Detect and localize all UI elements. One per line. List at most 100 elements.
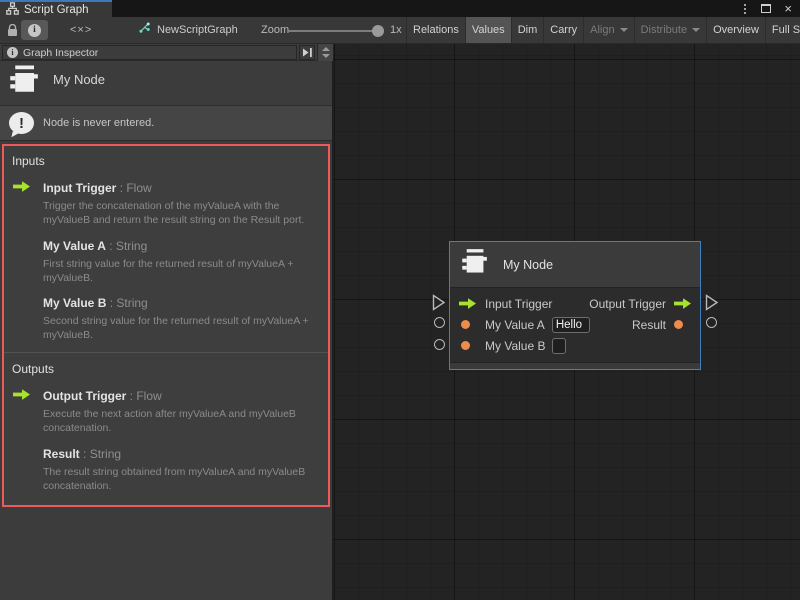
external-flow-connector[interactable] (432, 294, 446, 316)
value-a-port-icon[interactable] (459, 320, 476, 329)
port-title: My Value A : String (43, 239, 147, 253)
info-icon: i (7, 47, 18, 58)
zoom-label: Zoom (261, 17, 289, 43)
port-description: First string value for the returned resu… (43, 258, 320, 286)
port-entry-output-trigger: Output Trigger : Flow Execute the next a… (12, 387, 320, 436)
window-controls: × (742, 0, 792, 17)
port-title: My Value B : String (43, 296, 148, 310)
graph-hierarchy-icon (6, 2, 19, 18)
lock-icon[interactable] (7, 17, 18, 43)
warning-icon: ! (9, 112, 34, 134)
external-value-connector[interactable] (706, 317, 717, 328)
node-footer (450, 362, 700, 369)
more-menu-icon[interactable] (744, 8, 746, 10)
port-description: Execute the next action after myValueA a… (43, 408, 320, 436)
unit-node-icon (9, 64, 39, 102)
input-trigger-label: Input Trigger (485, 297, 552, 311)
port-entry-input-trigger: Input Trigger : Flow Trigger the concate… (12, 179, 320, 228)
port-entry-my-value-b: My Value B : String Second string value … (12, 294, 320, 343)
external-value-connector[interactable] (434, 317, 445, 328)
toolbar-button-overview[interactable]: Overview (707, 17, 766, 43)
inputs-section-header: Inputs (12, 154, 320, 168)
port-title: Output Trigger : Flow (43, 389, 162, 403)
toolbar-button-relations[interactable]: Relations (407, 17, 466, 43)
graph-inspector-panel: i Graph Inspector (0, 44, 333, 600)
output-trigger-port-icon[interactable] (674, 298, 691, 309)
value-b-label: My Value B (485, 339, 545, 353)
port-description: The result string obtained from myValueA… (43, 466, 320, 494)
value-a-label: My Value A (485, 318, 545, 332)
panel-spinner[interactable] (317, 44, 333, 61)
node-header[interactable]: My Node (450, 242, 700, 288)
value-b-input[interactable] (552, 338, 566, 354)
graph-breadcrumb[interactable]: NewScriptGraph (138, 17, 238, 43)
result-port-icon[interactable] (674, 320, 691, 329)
port-description: Trigger the concatenation of the myValue… (43, 200, 320, 228)
value-port-icon (12, 237, 32, 286)
toolbar-button-values[interactable]: Values (466, 17, 512, 43)
node-row-trigger: Input Trigger Output Trigger (450, 293, 700, 314)
node-title: My Node (503, 258, 553, 272)
my-node[interactable]: My Node Input Trigger Output Trigger (449, 241, 701, 370)
toolbar-button-carry[interactable]: Carry (544, 17, 584, 43)
external-value-connector[interactable] (434, 339, 445, 350)
toolbar-button-align[interactable]: Align (584, 17, 634, 43)
spinner-up-icon[interactable] (322, 47, 330, 51)
unit-node-icon (461, 248, 488, 282)
toolbar-button-dim[interactable]: Dim (512, 17, 545, 43)
code-preview-icon[interactable]: <×> (70, 17, 92, 43)
port-description: Second string value for the returned res… (43, 315, 320, 343)
node-body: Input Trigger Output Trigger My Value A (450, 288, 700, 362)
node-row-value-b: My Value B (450, 335, 700, 356)
port-title: Result : String (43, 447, 121, 461)
align-label: Align (590, 24, 614, 36)
flow-port-icon (12, 387, 32, 436)
port-entry-result: Result : String The result string obtain… (12, 445, 320, 494)
output-trigger-label: Output Trigger (589, 297, 666, 311)
toolbar-button-strip: Relations Values Dim Carry Align Distrib… (406, 17, 800, 43)
section-divider (4, 352, 328, 353)
value-a-input[interactable] (552, 317, 590, 333)
value-b-port-icon[interactable] (459, 341, 476, 350)
info-icon: i (28, 24, 41, 37)
inspector-toggle-button[interactable]: i (21, 20, 48, 40)
inspector-title: Graph Inspector (23, 47, 98, 59)
toolbar-button-fullscreen[interactable]: Full S (766, 17, 800, 43)
inspected-node-header: My Node (0, 61, 332, 106)
maximize-icon[interactable] (761, 4, 771, 13)
zoom-value: 1x (390, 17, 402, 43)
zoom-slider-handle[interactable] (372, 25, 384, 37)
zoom-slider-track[interactable] (288, 30, 384, 32)
inspector-header: i Graph Inspector (0, 44, 332, 61)
script-graph-asset-icon (138, 21, 151, 39)
tab-script-graph[interactable]: Script Graph (0, 0, 112, 17)
ports-documentation-box: Inputs Input Trigger : Flow Trigger the … (2, 144, 330, 507)
chevron-down-icon (620, 28, 628, 32)
external-flow-connector[interactable] (705, 294, 719, 316)
node-row-value-a: My Value A Result (450, 314, 700, 335)
window-tab-bar: Script Graph × (0, 0, 800, 17)
result-label: Result (632, 318, 666, 332)
close-icon[interactable]: × (784, 2, 792, 15)
inspector-title-box: i Graph Inspector (2, 45, 297, 60)
script-graph-window: Script Graph × i <×> (0, 0, 800, 600)
port-title: Input Trigger : Flow (43, 181, 152, 195)
graph-canvas[interactable]: My Node Input Trigger Output Trigger (333, 44, 800, 600)
graph-toolbar: i <×> NewScriptGraph Zoom 1x Relations V… (0, 17, 800, 44)
value-port-icon (12, 445, 32, 494)
warning-text: Node is never entered. (43, 117, 154, 129)
toolbar-button-distribute[interactable]: Distribute (635, 17, 707, 43)
flow-port-icon (12, 179, 32, 228)
value-port-icon (12, 294, 32, 343)
warning-banner: ! Node is never entered. (0, 106, 332, 141)
inspected-node-title: My Node (53, 72, 105, 87)
chevron-down-icon (692, 28, 700, 32)
collapse-panel-icon[interactable] (299, 45, 315, 60)
graph-name-label: NewScriptGraph (157, 24, 238, 36)
distribute-label: Distribute (641, 24, 687, 36)
tab-label: Script Graph (24, 4, 89, 16)
spinner-down-icon[interactable] (322, 54, 330, 58)
input-trigger-port-icon[interactable] (459, 298, 476, 309)
port-entry-my-value-a: My Value A : String First string value f… (12, 237, 320, 286)
outputs-section-header: Outputs (12, 362, 320, 376)
